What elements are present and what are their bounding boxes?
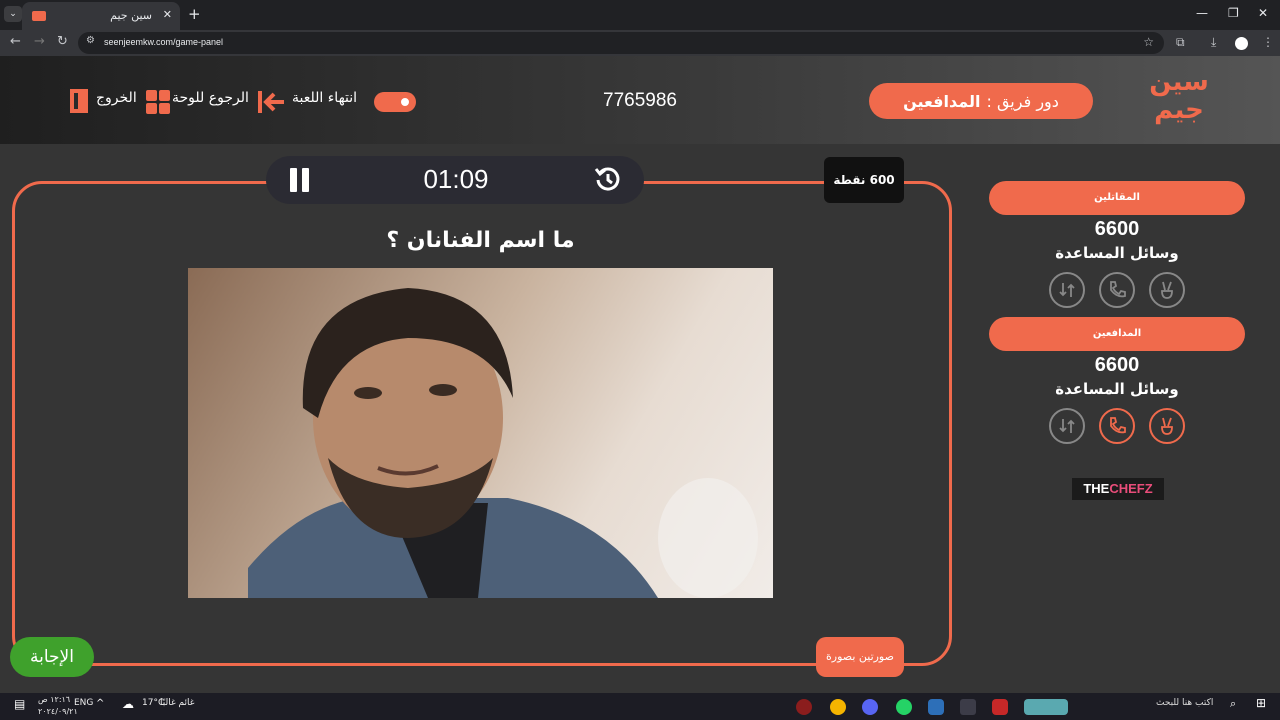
call-lifeline-button[interactable]	[1099, 408, 1135, 444]
sponsor-part1: THE	[1083, 481, 1110, 496]
grid-board-icon	[146, 90, 170, 114]
team-name-header: المقاتلين	[989, 181, 1245, 215]
team-score: 6600	[1094, 354, 1140, 376]
question-image	[188, 268, 773, 598]
app-icon[interactable]	[796, 699, 812, 715]
sponsor-part2: CHEFZ	[1109, 481, 1153, 496]
pause-icon-bar	[302, 168, 309, 192]
close-window-icon[interactable]: ✕	[1258, 6, 1268, 20]
search-highlight-icon[interactable]	[1024, 699, 1068, 715]
extensions-icon[interactable]: ⧉	[1176, 35, 1185, 50]
peace-icon	[1161, 417, 1173, 435]
question-text: ما اسم الفنانان ؟	[386, 228, 575, 253]
mail-icon[interactable]	[928, 699, 944, 715]
app-icon[interactable]	[992, 699, 1008, 715]
clock-time[interactable]: ١٢:١٦ ص	[38, 695, 70, 704]
team-name-header: المدافعين	[989, 317, 1245, 351]
team-turn-indicator: دور فريق : المدافعين	[869, 83, 1093, 119]
tab-search-button[interactable]: ⌄	[4, 6, 22, 22]
phone-icon	[1110, 281, 1126, 298]
points-badge: 600 نقطة	[824, 157, 904, 203]
tab-title: سين جيم	[110, 9, 152, 22]
close-tab-icon[interactable]: ✕	[163, 8, 172, 21]
game-code: 7765986	[603, 90, 677, 111]
team-aids-label: وسائل المساعدة	[1055, 380, 1179, 398]
discord-icon[interactable]	[862, 699, 878, 715]
notification-icon[interactable]: ▤	[14, 697, 25, 711]
new-tab-icon[interactable]: +	[188, 5, 201, 23]
app-icon[interactable]	[830, 699, 846, 715]
windows-taskbar: ⊞ ⌕ اكتب هنا للبحث غائم غالبًا 17°C ☁ ^ …	[0, 693, 1280, 720]
team-score: 6600	[1094, 218, 1140, 240]
timer-bar: 01:09	[266, 156, 644, 204]
back-to-board-label: الرجوع للوحة	[172, 90, 249, 106]
team-aids-label: وسائل المساعدة	[1055, 244, 1179, 262]
swap-icon	[1059, 283, 1075, 297]
game-panel: 01:09 600 نقطة ما اسم الفنانان ؟ صورتين …	[0, 144, 1280, 693]
menu-kebab-icon[interactable]: ⋮	[1262, 35, 1274, 49]
swap-icon	[1059, 419, 1075, 433]
exit-button[interactable]: الخروج	[96, 90, 137, 106]
chrome-icon[interactable]	[960, 699, 976, 715]
peace-lifeline-button[interactable]	[1149, 272, 1185, 308]
timer-display: 01:09	[423, 164, 489, 194]
weather-temperature: 17°C	[142, 698, 165, 708]
restore-icon[interactable]: ❐	[1228, 6, 1239, 20]
site-favicon-icon	[32, 11, 46, 21]
clock-date[interactable]: ٢٠٢٤/٠٩/٢١	[38, 707, 78, 716]
browser-tab-strip: ⌄ سين جيم ✕ + — ❐ ✕	[0, 0, 1280, 30]
swap-lifeline-button[interactable]	[1049, 408, 1085, 444]
sponsor-logo: THECHEFZ	[1072, 478, 1164, 500]
exit-door-icon	[70, 89, 88, 113]
whatsapp-icon[interactable]	[896, 699, 912, 715]
category-tag: صورتين بصورة	[816, 637, 904, 677]
site-info-icon[interactable]: ⚙	[86, 35, 95, 46]
downloads-icon[interactable]: ⤓	[1211, 35, 1216, 50]
portrait-image	[248, 288, 758, 598]
url-text: seenjeemkw.com/game-panel	[104, 37, 224, 47]
chevron-up-icon[interactable]: ^	[96, 698, 104, 709]
show-answer-button[interactable]: الإجابة	[10, 637, 94, 677]
back-icon[interactable]: ←	[10, 34, 21, 49]
cloud-icon[interactable]: ☁	[122, 697, 134, 711]
bookmark-star-icon[interactable]: ☆	[1143, 35, 1154, 49]
minimize-icon[interactable]: —	[1196, 6, 1208, 20]
team-turn-label: دور فريق :	[986, 91, 1059, 111]
search-icon[interactable]: ⌕	[1230, 697, 1236, 711]
call-lifeline-button[interactable]	[1099, 272, 1135, 308]
profile-avatar[interactable]	[1235, 37, 1248, 50]
start-icon[interactable]: ⊞	[1256, 696, 1266, 710]
team-turn-name: المدافعين	[903, 91, 981, 111]
back-to-board-button[interactable]: الرجوع للوحة	[172, 90, 249, 106]
toggle-knob	[398, 95, 412, 109]
site-logo[interactable]: سين جيم	[1144, 68, 1214, 132]
pause-icon	[290, 168, 297, 192]
forward-icon[interactable]: →	[34, 34, 45, 49]
swap-lifeline-button[interactable]	[1049, 272, 1085, 308]
end-game-label: انتهاء اللعبة	[292, 90, 358, 106]
pause-button[interactable]	[288, 168, 312, 192]
peace-lifeline-button[interactable]	[1149, 408, 1185, 444]
weather-description: غائم غالبًا	[160, 698, 195, 708]
exit-label: الخروج	[96, 90, 137, 106]
site-header: سين جيم دور فريق : المدافعين 7765986 انت…	[0, 56, 1280, 144]
reload-icon[interactable]: ↻	[57, 34, 68, 49]
taskbar-search-input[interactable]: اكتب هنا للبحث	[1156, 698, 1213, 708]
end-game-button[interactable]: انتهاء اللعبة	[292, 90, 357, 106]
arrow-to-bar-icon	[258, 91, 284, 113]
peace-icon	[1161, 281, 1173, 299]
address-bar[interactable]: ⚙ seenjeemkw.com/game-panel ☆	[78, 32, 1164, 54]
reset-timer-icon[interactable]	[594, 165, 622, 193]
phone-icon	[1110, 417, 1126, 434]
browser-toolbar: ← → ↻ ⚙ seenjeemkw.com/game-panel ☆ ⧉ ⤓ …	[0, 30, 1280, 56]
browser-tab[interactable]: سين جيم ✕	[22, 2, 180, 30]
end-game-toggle[interactable]	[374, 92, 416, 112]
